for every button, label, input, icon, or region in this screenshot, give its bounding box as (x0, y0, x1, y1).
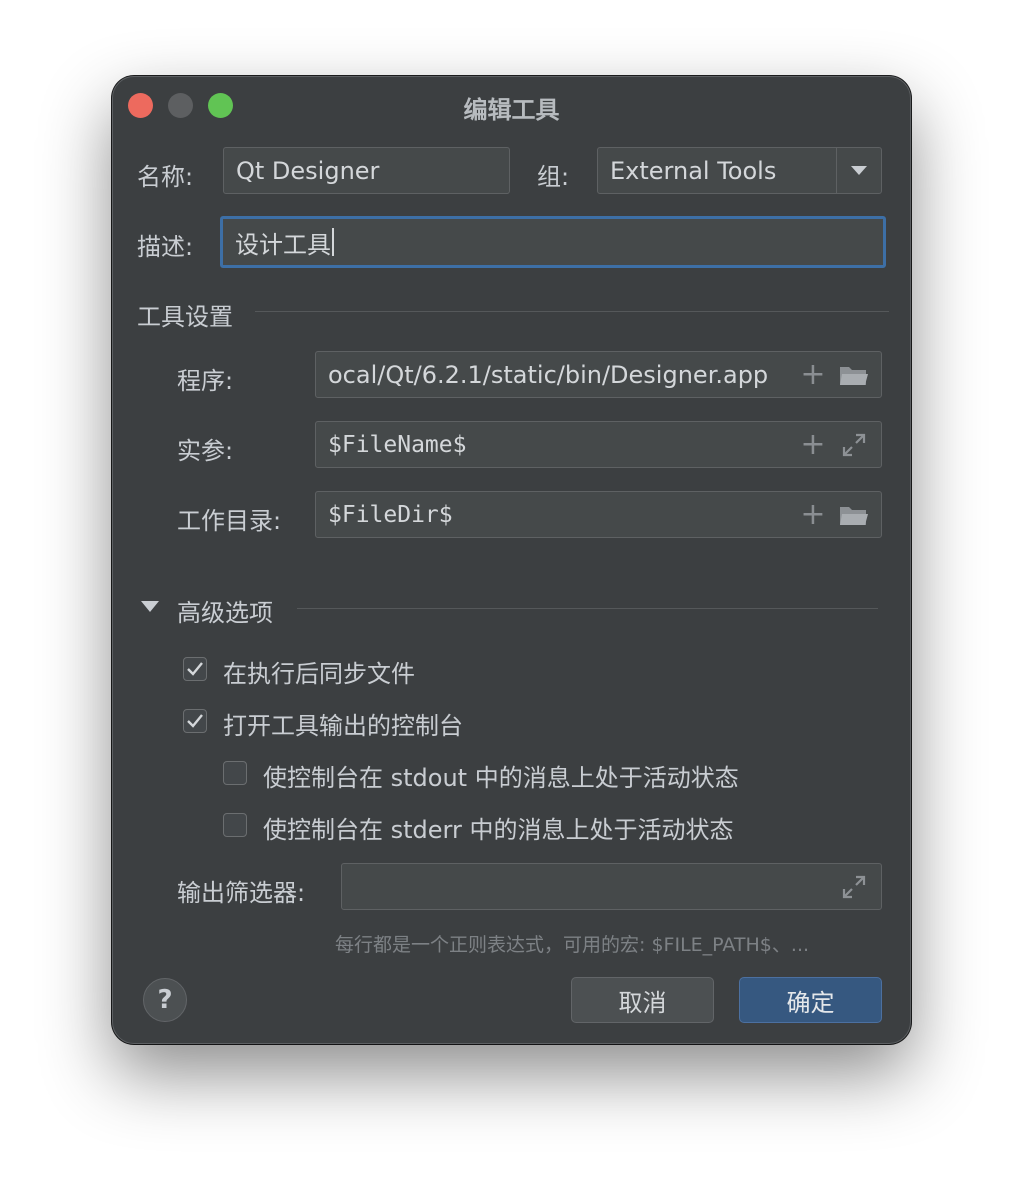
expand-icon (842, 433, 866, 457)
program-input[interactable]: ocal/Qt/6.2.1/static/bin/Designer.app (315, 351, 882, 398)
expand-icon (842, 875, 866, 899)
sync-files-label[interactable]: 在执行后同步文件 (223, 654, 415, 689)
description-input[interactable]: 设计工具 (220, 216, 886, 268)
description-input-value: 设计工具 (235, 230, 331, 259)
group-dropdown-button[interactable] (836, 148, 881, 193)
help-button[interactable]: ? (143, 978, 187, 1022)
arguments-input[interactable]: $FileName$ (315, 421, 882, 468)
program-label: 程序: (177, 367, 234, 395)
expand-output-filter-button[interactable] (839, 872, 869, 902)
edit-tool-dialog: 编辑工具 名称: Qt Designer 组: External Tools 描… (112, 76, 911, 1044)
group-select[interactable]: External Tools (597, 147, 882, 194)
name-label: 名称: (137, 163, 194, 191)
browse-program-button[interactable] (837, 361, 871, 389)
expand-arguments-button[interactable] (839, 430, 869, 460)
chevron-down-icon (851, 165, 867, 175)
ok-button-label: 确定 (786, 988, 835, 1017)
cancel-button[interactable]: 取消 (571, 977, 714, 1023)
checkmark-icon (187, 714, 203, 728)
name-input-value: Qt Designer (236, 156, 380, 185)
tool-settings-divider (255, 311, 889, 312)
advanced-options-title[interactable]: 高级选项 (177, 593, 273, 628)
folder-icon (840, 507, 868, 525)
open-console-checkbox[interactable] (183, 709, 207, 733)
insert-macro-button[interactable]: + (799, 357, 827, 392)
group-label: 组: (537, 163, 570, 191)
activate-on-stdout-checkbox[interactable] (223, 761, 247, 785)
sync-files-checkbox[interactable] (183, 657, 207, 681)
plus-icon: + (800, 357, 826, 392)
triangle-down-icon (141, 601, 159, 612)
insert-macro-button[interactable]: + (799, 427, 827, 462)
ok-button[interactable]: 确定 (739, 977, 882, 1023)
checkmark-icon (187, 662, 203, 676)
group-select-value: External Tools (610, 156, 777, 185)
open-console-label[interactable]: 打开工具输出的控制台 (223, 706, 463, 741)
activate-on-stdout-label[interactable]: 使控制台在 stdout 中的消息上处于活动状态 (263, 758, 739, 793)
plus-icon: + (800, 497, 826, 532)
working-directory-input-value: $FileDir$ (328, 501, 453, 528)
output-filter-label: 输出筛选器: (177, 879, 306, 907)
text-cursor (332, 228, 334, 256)
output-filter-hint: 每行都是一个正则表达式，可用的宏: $FILE_PATH$、... (335, 934, 810, 956)
arguments-input-value: $FileName$ (328, 431, 467, 458)
cancel-button-label: 取消 (618, 988, 667, 1017)
dialog-title: 编辑工具 (463, 96, 560, 124)
advanced-toggle[interactable] (141, 597, 159, 617)
plus-icon: + (800, 427, 826, 462)
name-input[interactable]: Qt Designer (223, 147, 510, 194)
help-icon: ? (157, 985, 173, 1015)
working-directory-label: 工作目录: (177, 507, 282, 535)
insert-macro-button[interactable]: + (799, 497, 827, 532)
description-label: 描述: (137, 233, 194, 261)
output-filter-input[interactable] (341, 863, 882, 910)
activate-on-stderr-checkbox[interactable] (223, 813, 247, 837)
browse-directory-button[interactable] (837, 501, 871, 529)
program-input-value: ocal/Qt/6.2.1/static/bin/Designer.app (328, 360, 769, 389)
tool-settings-title: 工具设置 (137, 303, 233, 331)
working-directory-input[interactable]: $FileDir$ (315, 491, 882, 538)
folder-icon (840, 367, 868, 385)
advanced-options-divider (297, 608, 878, 609)
arguments-label: 实参: (177, 437, 234, 465)
activate-on-stderr-label[interactable]: 使控制台在 stderr 中的消息上处于活动状态 (263, 810, 733, 845)
